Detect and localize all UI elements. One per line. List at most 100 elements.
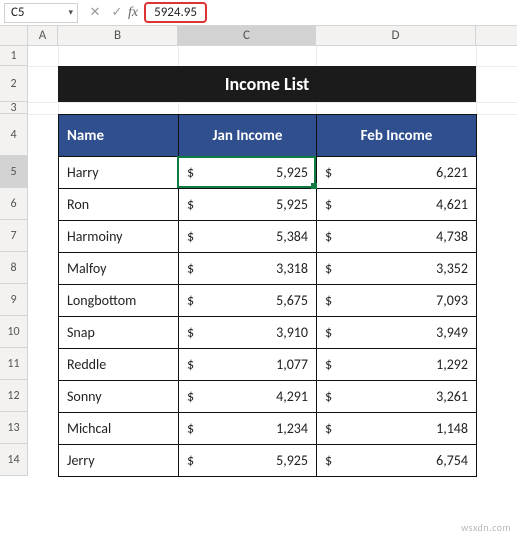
cell-name[interactable]: Reddle	[59, 349, 179, 381]
cell-jan[interactable]: $5,925	[179, 157, 317, 189]
row-header-7[interactable]: 7	[0, 220, 28, 252]
table-row: Jerry$5,925$6,754	[59, 445, 477, 477]
cell-feb[interactable]: $1,148	[317, 413, 477, 445]
currency-symbol: $	[187, 452, 198, 469]
cell-name[interactable]: Sonny	[59, 381, 179, 413]
col-header-A[interactable]: A	[28, 26, 58, 45]
formula-value[interactable]: 5924.95	[154, 5, 197, 20]
amount: 4,738	[336, 228, 468, 245]
cell-feb[interactable]: $4,738	[317, 221, 477, 253]
amount: 3,352	[336, 260, 468, 277]
currency-symbol: $	[325, 196, 336, 213]
cell-feb[interactable]: $3,949	[317, 317, 477, 349]
cell-name[interactable]: Jerry	[59, 445, 179, 477]
cell-feb[interactable]: $3,352	[317, 253, 477, 285]
row-header-5[interactable]: 5	[0, 156, 28, 188]
table-row: Harmoiny$5,384$4,738	[59, 221, 477, 253]
amount: 3,910	[198, 324, 308, 341]
cell-jan[interactable]: $5,925	[179, 189, 317, 221]
currency-symbol: $	[325, 324, 336, 341]
amount: 1,234	[198, 420, 308, 437]
table-row: Reddle$1,077$1,292	[59, 349, 477, 381]
currency-symbol: $	[187, 164, 198, 181]
row-header-12[interactable]: 12	[0, 380, 28, 412]
header-feb[interactable]: Feb Income	[317, 115, 477, 157]
cancel-icon[interactable]: ✕	[84, 3, 106, 23]
amount: 3,318	[198, 260, 308, 277]
row-header-14[interactable]: 14	[0, 444, 28, 476]
currency-symbol: $	[187, 420, 198, 437]
cell-jan[interactable]: $4,291	[179, 381, 317, 413]
column-headers: A B C D	[0, 26, 517, 46]
cell-jan[interactable]: $1,234	[179, 413, 317, 445]
amount: 1,148	[336, 420, 468, 437]
formula-bar: C5 ▾ ✕ ✓ fx 5924.95	[0, 0, 517, 26]
cell-jan[interactable]: $5,675	[179, 285, 317, 317]
cell-name[interactable]: Harry	[59, 157, 179, 189]
row-header-9[interactable]: 9	[0, 284, 28, 316]
table-row: Harry$5,925$6,221	[59, 157, 477, 189]
header-name[interactable]: Name	[59, 115, 179, 157]
fx-icon[interactable]: fx	[128, 5, 138, 21]
amount: 1,077	[198, 356, 308, 373]
row-header-2[interactable]: 2	[0, 66, 28, 102]
select-all-triangle[interactable]	[0, 26, 28, 45]
chevron-down-icon[interactable]: ▾	[68, 7, 73, 18]
check-icon[interactable]: ✓	[106, 3, 128, 23]
header-jan[interactable]: Jan Income	[179, 115, 317, 157]
cell-feb[interactable]: $6,221	[317, 157, 477, 189]
cell-name[interactable]: Michcal	[59, 413, 179, 445]
row-header-6[interactable]: 6	[0, 188, 28, 220]
amount: 6,221	[336, 164, 468, 181]
row-header-13[interactable]: 13	[0, 412, 28, 444]
cells-area[interactable]: Income List Name Jan Income Feb Income H…	[28, 46, 517, 476]
cell-jan[interactable]: $5,384	[179, 221, 317, 253]
table-row: Ron$5,925$4,621	[59, 189, 477, 221]
amount: 3,949	[336, 324, 468, 341]
table-row: Sonny$4,291$3,261	[59, 381, 477, 413]
cell-name[interactable]: Harmoiny	[59, 221, 179, 253]
row-header-8[interactable]: 8	[0, 252, 28, 284]
row-headers: 1 2 3 4 5 6 7 8 9 10 11 12 13 14	[0, 46, 28, 476]
row-header-3[interactable]: 3	[0, 102, 28, 114]
cell-jan[interactable]: $1,077	[179, 349, 317, 381]
amount: 6,754	[336, 452, 468, 469]
currency-symbol: $	[187, 260, 198, 277]
cell-name[interactable]: Snap	[59, 317, 179, 349]
currency-symbol: $	[187, 292, 198, 309]
currency-symbol: $	[187, 196, 198, 213]
cell-name[interactable]: Longbottom	[59, 285, 179, 317]
cell-name[interactable]: Malfoy	[59, 253, 179, 285]
cell-feb[interactable]: $3,261	[317, 381, 477, 413]
currency-symbol: $	[325, 260, 336, 277]
name-box[interactable]: C5 ▾	[4, 3, 78, 23]
table-row: Michcal$1,234$1,148	[59, 413, 477, 445]
amount: 5,675	[198, 292, 308, 309]
col-header-D[interactable]: D	[316, 26, 476, 45]
row-header-11[interactable]: 11	[0, 348, 28, 380]
cell-jan[interactable]: $3,910	[179, 317, 317, 349]
cell-feb[interactable]: $7,093	[317, 285, 477, 317]
row-header-4[interactable]: 4	[0, 114, 28, 156]
cell-feb[interactable]: $6,754	[317, 445, 477, 477]
currency-symbol: $	[187, 228, 198, 245]
cell-feb[interactable]: $1,292	[317, 349, 477, 381]
col-header-B[interactable]: B	[58, 26, 178, 45]
table-row: Malfoy$3,318$3,352	[59, 253, 477, 285]
currency-symbol: $	[325, 420, 336, 437]
row-header-10[interactable]: 10	[0, 316, 28, 348]
income-table: Name Jan Income Feb Income Harry$5,925$6…	[58, 114, 477, 477]
row-header-1[interactable]: 1	[0, 46, 28, 66]
name-box-value: C5	[11, 5, 25, 20]
amount: 5,925	[198, 164, 308, 181]
cell-name[interactable]: Ron	[59, 189, 179, 221]
cell-jan[interactable]: $5,925	[179, 445, 317, 477]
page-title[interactable]: Income List	[58, 66, 476, 102]
amount: 4,291	[198, 388, 308, 405]
amount: 3,261	[336, 388, 468, 405]
currency-symbol: $	[325, 452, 336, 469]
amount: 4,621	[336, 196, 468, 213]
cell-feb[interactable]: $4,621	[317, 189, 477, 221]
col-header-C[interactable]: C	[178, 26, 316, 45]
cell-jan[interactable]: $3,318	[179, 253, 317, 285]
